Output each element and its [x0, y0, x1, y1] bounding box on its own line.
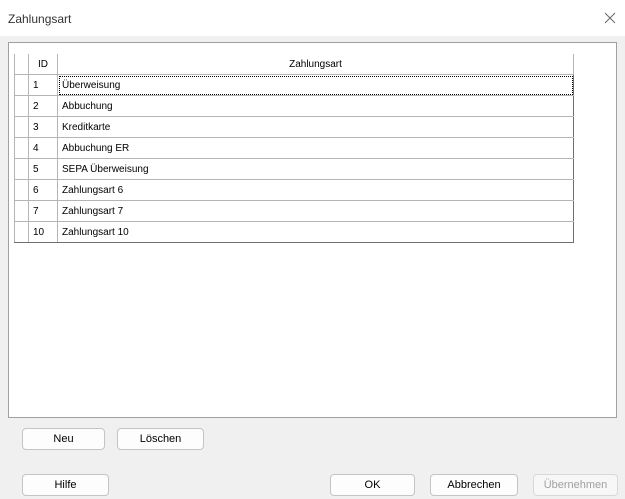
row-indicator[interactable]: [14, 116, 29, 138]
cell-id[interactable]: 3: [28, 116, 58, 138]
cell-zahlungsart[interactable]: Zahlungsart 7: [57, 200, 574, 222]
row-indicator[interactable]: [14, 179, 29, 201]
table-row[interactable]: 4 Abbuchung ER: [14, 137, 574, 159]
cell-id[interactable]: 5: [28, 158, 58, 180]
row-indicator[interactable]: [14, 95, 29, 117]
table-row[interactable]: 2 Abbuchung: [14, 95, 574, 117]
cell-zahlungsart[interactable]: Abbuchung ER: [57, 137, 574, 159]
cell-id[interactable]: 7: [28, 200, 58, 222]
cell-id[interactable]: 2: [28, 95, 58, 117]
cell-id[interactable]: 10: [28, 221, 58, 243]
column-header-zahlungsart[interactable]: Zahlungsart: [57, 54, 574, 75]
row-indicator[interactable]: [14, 137, 29, 159]
new-button[interactable]: Neu: [22, 428, 105, 450]
table-row[interactable]: 1 Überweisung: [14, 74, 574, 96]
delete-button[interactable]: Löschen: [117, 428, 204, 450]
row-indicator[interactable]: [14, 74, 29, 96]
cell-zahlungsart[interactable]: Zahlungsart 10: [57, 221, 574, 243]
cell-zahlungsart[interactable]: Abbuchung: [57, 95, 574, 117]
cancel-button[interactable]: Abbrechen: [430, 474, 518, 496]
table-row[interactable]: 6 Zahlungsart 6: [14, 179, 574, 201]
help-button[interactable]: Hilfe: [22, 474, 109, 496]
cell-id[interactable]: 4: [28, 137, 58, 159]
ok-button[interactable]: OK: [330, 474, 415, 496]
table-row[interactable]: 7 Zahlungsart 7: [14, 200, 574, 222]
apply-button[interactable]: Übernehmen: [533, 474, 618, 496]
cell-zahlungsart[interactable]: SEPA Überweisung: [57, 158, 574, 180]
cell-zahlungsart[interactable]: Zahlungsart 6: [57, 179, 574, 201]
row-indicator[interactable]: [14, 158, 29, 180]
payment-methods-table: ID Zahlungsart 1 Überweisung 2 Abbuchung 3 Kr…: [14, 54, 574, 243]
cell-zahlungsart[interactable]: Kreditkarte: [57, 116, 574, 138]
payment-method-dialog: Zahlungsart ID Zahlungsart 1 Überweisung 2…: [0, 0, 625, 499]
table-header-row: ID Zahlungsart: [14, 54, 574, 75]
close-icon[interactable]: [601, 9, 619, 27]
row-indicator[interactable]: [14, 221, 29, 243]
title-bar: Zahlungsart: [0, 0, 625, 36]
column-header-id[interactable]: ID: [28, 54, 58, 75]
table-row[interactable]: 3 Kreditkarte: [14, 116, 574, 138]
row-indicator[interactable]: [14, 200, 29, 222]
cell-id[interactable]: 1: [28, 74, 58, 96]
cell-zahlungsart[interactable]: Überweisung: [57, 74, 574, 96]
table-row[interactable]: 10 Zahlungsart 10: [14, 221, 574, 243]
row-indicator-header: [14, 54, 29, 75]
table-row[interactable]: 5 SEPA Überweisung: [14, 158, 574, 180]
cell-id[interactable]: 6: [28, 179, 58, 201]
window-title: Zahlungsart: [8, 12, 72, 26]
